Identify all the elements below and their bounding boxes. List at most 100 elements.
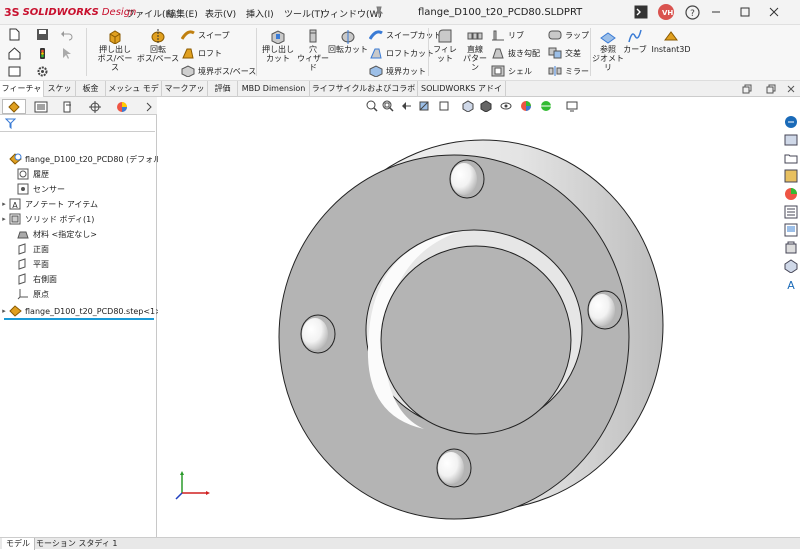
solidworks-resources-icon[interactable]	[784, 115, 798, 129]
bolt-hole[interactable]	[300, 314, 336, 354]
tree-item-annotations[interactable]: ▸ A アノテート アイテム	[0, 196, 98, 212]
home-icon[interactable]	[8, 47, 21, 63]
help-icon[interactable]: ?	[684, 4, 700, 20]
wrap-button[interactable]: ラップ	[548, 29, 589, 41]
dimxpert-tab-icon[interactable]	[83, 99, 107, 114]
mirror-button[interactable]: ミラー	[548, 65, 589, 77]
pin-icon[interactable]	[371, 4, 387, 20]
reference-geometry-button[interactable]: 参照 ジオメトリ	[592, 28, 624, 72]
panel-restore-icon[interactable]	[766, 84, 776, 97]
minimize-icon[interactable]	[708, 4, 724, 20]
filter-icon[interactable]	[4, 118, 17, 132]
shell-button[interactable]: シェル	[491, 65, 532, 77]
bolt-hole[interactable]	[449, 159, 485, 199]
select-arrow-icon[interactable]	[60, 47, 73, 63]
toolbox-icon[interactable]	[784, 241, 798, 255]
text-annotation-icon[interactable]: A	[784, 277, 798, 291]
linear-pattern-icon	[467, 32, 483, 40]
tab-lifecycle-collaboration[interactable]: ライフサイクルおよびコラボレーション	[310, 81, 418, 108]
revolve-cut-button[interactable]: 回転カット	[328, 28, 368, 54]
tree-item-top-plane[interactable]: 平面	[8, 256, 49, 272]
appearances-icon[interactable]	[784, 187, 798, 201]
tree-item-history[interactable]: 履歴	[8, 166, 49, 182]
shell-label: シェル	[508, 66, 532, 76]
tab-evaluate[interactable]: 評価	[208, 81, 238, 97]
tab-motion-study-1[interactable]: モーション スタディ 1	[32, 538, 121, 550]
terminal-icon[interactable]	[633, 4, 649, 20]
wrap-label: ラップ	[565, 30, 589, 40]
menu-insert[interactable]: 挿入(I)	[246, 7, 274, 20]
tab-mesh-model[interactable]: メッシュ モデル	[106, 81, 162, 108]
brand-name: SOLIDWORKS	[22, 7, 99, 18]
save-icon[interactable]	[36, 28, 49, 44]
tab-sheet-metal[interactable]: 板金	[76, 81, 106, 97]
tree-item-solid-bodies[interactable]: ▸ ソリッド ボディ(1)	[0, 211, 94, 227]
loft-button[interactable]: ロフト	[181, 47, 222, 59]
boundary-cut-button[interactable]: 境界カット	[369, 65, 426, 77]
new-document-icon[interactable]	[8, 28, 21, 44]
tab-mbd-dimension[interactable]: MBD Dimension	[238, 81, 310, 97]
tree-item-imported-step[interactable]: ▸ flange_D100_t20_PCD80.step<1> -	[0, 303, 167, 319]
panel-close-icon[interactable]	[786, 84, 796, 97]
graphics-area[interactable]	[158, 97, 780, 537]
extrude-boss-button[interactable]: 押し出し ボス/ベース	[94, 28, 136, 72]
restore-panel-icon[interactable]	[742, 84, 752, 97]
maximize-icon[interactable]	[737, 4, 753, 20]
extrude-cut-button[interactable]: 押し出し カット	[258, 28, 298, 63]
rebuild-icon[interactable]	[36, 47, 49, 63]
undo-icon[interactable]	[60, 28, 73, 44]
sweep-button[interactable]: スイープ	[181, 29, 230, 41]
tree-item-origin[interactable]: 原点	[8, 286, 49, 302]
command-manager: 押し出し ボス/ベース 回転 ボス/ベース スイープ ロフト 境界ボス/ベース …	[0, 25, 800, 81]
boundary-boss-button[interactable]: 境界ボス/ベース	[181, 65, 256, 77]
configuration-manager-tab-icon[interactable]	[56, 99, 80, 114]
display-manager-tab-icon[interactable]	[110, 99, 134, 114]
flange-model[interactable]	[158, 97, 780, 537]
bolt-hole[interactable]	[436, 448, 472, 488]
draft-button[interactable]: 抜き勾配	[491, 47, 540, 59]
loft-cut-button[interactable]: ロフトカット	[369, 47, 434, 59]
rollback-bar[interactable]	[4, 318, 154, 320]
menu-tools[interactable]: ツール(T)	[284, 7, 324, 20]
design-library-icon[interactable]	[784, 133, 798, 147]
hole-wizard-label-2: ウィザード	[297, 54, 329, 72]
revolve-boss-button[interactable]: 回転 ボス/ベース	[136, 28, 180, 63]
tab-solidworks-addins[interactable]: SOLIDWORKS アドイン	[418, 81, 506, 108]
tree-item-sensors[interactable]: センサー	[8, 181, 65, 197]
view-palette-icon[interactable]	[784, 169, 798, 183]
feature-manager-panel: flange_D100_t20_PCD80 (デフォルト) <<デ 履歴 センサ…	[0, 97, 196, 537]
tree-item-right-plane[interactable]: 右側面	[8, 271, 57, 287]
3d-content-icon[interactable]	[784, 259, 798, 273]
expand-arrow-icon[interactable]: ▸	[0, 215, 8, 223]
options-menu-icon[interactable]	[8, 65, 21, 81]
solidworks-logo[interactable]: 3S SOLIDWORKS Design	[4, 6, 136, 19]
expand-arrow-icon[interactable]: ▸	[0, 200, 8, 208]
boundary-cut-icon	[369, 65, 383, 77]
hole-wizard-button[interactable]: 穴 ウィザード	[296, 28, 330, 72]
menu-edit[interactable]: 編集(E)	[167, 7, 198, 20]
custom-properties-icon[interactable]	[784, 205, 798, 219]
tree-item-front-plane[interactable]: 正面	[8, 241, 49, 257]
solidworks-forum-icon[interactable]	[784, 223, 798, 237]
bolt-hole[interactable]	[587, 290, 623, 330]
boundary-cut-label: 境界カット	[386, 66, 426, 76]
tab-sketch[interactable]: スケッチ	[44, 81, 76, 108]
tab-markup[interactable]: マークアップ	[162, 81, 208, 108]
tree-item-material-label: 材料 <指定なし>	[33, 229, 97, 239]
menu-view[interactable]: 表示(V)	[205, 7, 236, 20]
intersect-button[interactable]: 交差	[548, 47, 581, 59]
curves-button[interactable]: カーブ	[622, 28, 648, 54]
tree-item-material[interactable]: 材料 <指定なし>	[8, 226, 97, 242]
linear-pattern-button[interactable]: 直線 パターン	[460, 28, 490, 72]
settings-gear-icon[interactable]	[36, 65, 49, 81]
property-manager-tab-icon[interactable]	[29, 99, 53, 114]
tab-model[interactable]: モデル	[2, 538, 35, 550]
feature-manager-tab-icon[interactable]	[2, 99, 26, 114]
instant3d-button[interactable]: Instant3D	[650, 28, 692, 54]
close-icon[interactable]	[766, 4, 782, 20]
rib-button[interactable]: リブ	[491, 29, 524, 41]
expand-arrow-icon[interactable]: ▸	[0, 307, 8, 315]
tab-features[interactable]: フィーチャー	[0, 81, 44, 108]
fillet-button[interactable]: フィレット	[430, 28, 460, 63]
file-explorer-icon[interactable]	[784, 151, 798, 165]
